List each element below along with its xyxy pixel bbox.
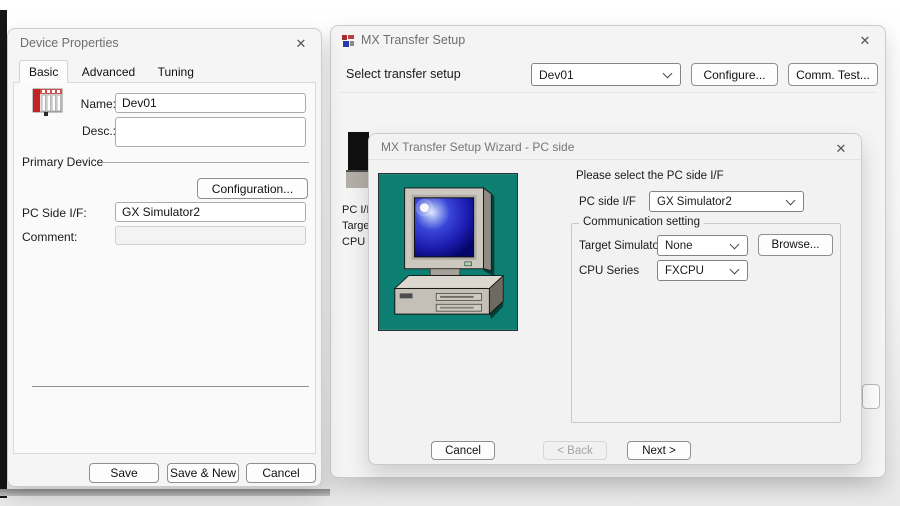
browse-button[interactable]: Browse...: [758, 234, 833, 256]
configure-button[interactable]: Configure...: [691, 63, 778, 86]
tab-basic[interactable]: Basic: [19, 60, 69, 83]
device-photo-fragment: [348, 132, 369, 170]
desktop-background: MX Transfer Setup ✕ Select transfer setu…: [0, 0, 900, 506]
transfer-setup-dropdown-value: Dev01: [539, 67, 574, 82]
primary-device-label: Primary Device: [22, 155, 104, 169]
chevron-down-icon: [662, 68, 673, 78]
tab-bar: Basic Advanced Tuning: [19, 60, 203, 83]
communication-setting-legend: Communication setting: [579, 216, 704, 228]
cancel-button[interactable]: Cancel: [246, 463, 316, 483]
wizard-next-button[interactable]: Next >: [627, 441, 691, 460]
name-input[interactable]: [115, 93, 306, 113]
cpu-series-dropdown-value: FXCPU: [665, 264, 704, 277]
target-simulator-label: Target Simulator: [579, 240, 663, 252]
comm-test-button[interactable]: Comm. Test...: [788, 63, 878, 86]
device-properties-titlebar[interactable]: Device Properties ✕: [8, 29, 321, 57]
target-simulator-dropdown-value: None: [665, 239, 693, 252]
computer-illustration: [378, 173, 518, 331]
close-icon[interactable]: ✕: [830, 139, 852, 158]
chevron-down-icon: [729, 239, 740, 249]
cpu-series-dropdown[interactable]: FXCPU: [657, 260, 748, 281]
window-title: MX Transfer Setup: [361, 33, 466, 47]
pc-side-if-dropdown[interactable]: GX Simulator2: [649, 191, 804, 212]
close-icon[interactable]: ✕: [290, 34, 312, 53]
comment-label: Comment:: [22, 230, 78, 244]
pc-side-if-label: PC Side I/F:: [22, 206, 87, 220]
configuration-button[interactable]: Configuration...: [197, 178, 308, 199]
pc-side-if-dropdown-value: GX Simulator2: [657, 195, 732, 208]
transfer-setup-dropdown[interactable]: Dev01: [531, 63, 681, 86]
app-icon: [342, 35, 354, 47]
device-properties-window: Device Properties ✕ Basic Advanced Tunin…: [7, 28, 322, 487]
primary-device-rule: [102, 162, 309, 163]
select-row-separator: [340, 92, 876, 93]
tab-advanced[interactable]: Advanced: [73, 61, 144, 82]
tab-tuning[interactable]: Tuning: [149, 61, 203, 82]
wizard-cancel-button[interactable]: Cancel: [431, 441, 495, 460]
obscured-button-fragment: [862, 384, 880, 409]
wizard-prompt: Please select the PC side I/F: [576, 170, 724, 182]
chevron-down-icon: [785, 195, 796, 205]
cpu-series-label: CPU Series: [579, 265, 640, 277]
wizard-titlebar[interactable]: MX Transfer Setup Wizard - PC side ✕: [369, 134, 861, 160]
pc-side-if-label: PC side I/F: [579, 196, 636, 208]
close-icon[interactable]: ✕: [854, 31, 876, 50]
basic-tab-pane: Name: Desc.: Primary Device Configuratio…: [13, 82, 316, 454]
target-simulator-dropdown[interactable]: None: [657, 235, 748, 256]
device-photo-fragment-base: [346, 170, 370, 188]
lower-separator-rule: [32, 386, 309, 387]
save-and-new-button[interactable]: Save & New: [167, 463, 239, 483]
chevron-down-icon: [729, 264, 740, 274]
wizard-back-button: < Back: [543, 441, 607, 460]
background-window-bottom-edge: [0, 489, 330, 496]
name-label: Name:: [80, 97, 116, 111]
save-button[interactable]: Save: [89, 463, 159, 483]
mx-transfer-setup-titlebar[interactable]: MX Transfer Setup ✕: [331, 26, 885, 54]
comment-field: [115, 226, 306, 245]
background-window-left-edge: [0, 10, 7, 498]
desc-input[interactable]: [115, 117, 306, 147]
select-transfer-setup-label: Select transfer setup: [346, 67, 461, 81]
wizard-window: MX Transfer Setup Wizard - PC side ✕ Ple…: [368, 133, 862, 465]
window-title: Device Properties: [20, 36, 119, 50]
window-title: MX Transfer Setup Wizard - PC side: [381, 140, 575, 154]
desc-label: Desc.:: [81, 124, 116, 138]
pc-side-if-field[interactable]: [115, 202, 306, 222]
